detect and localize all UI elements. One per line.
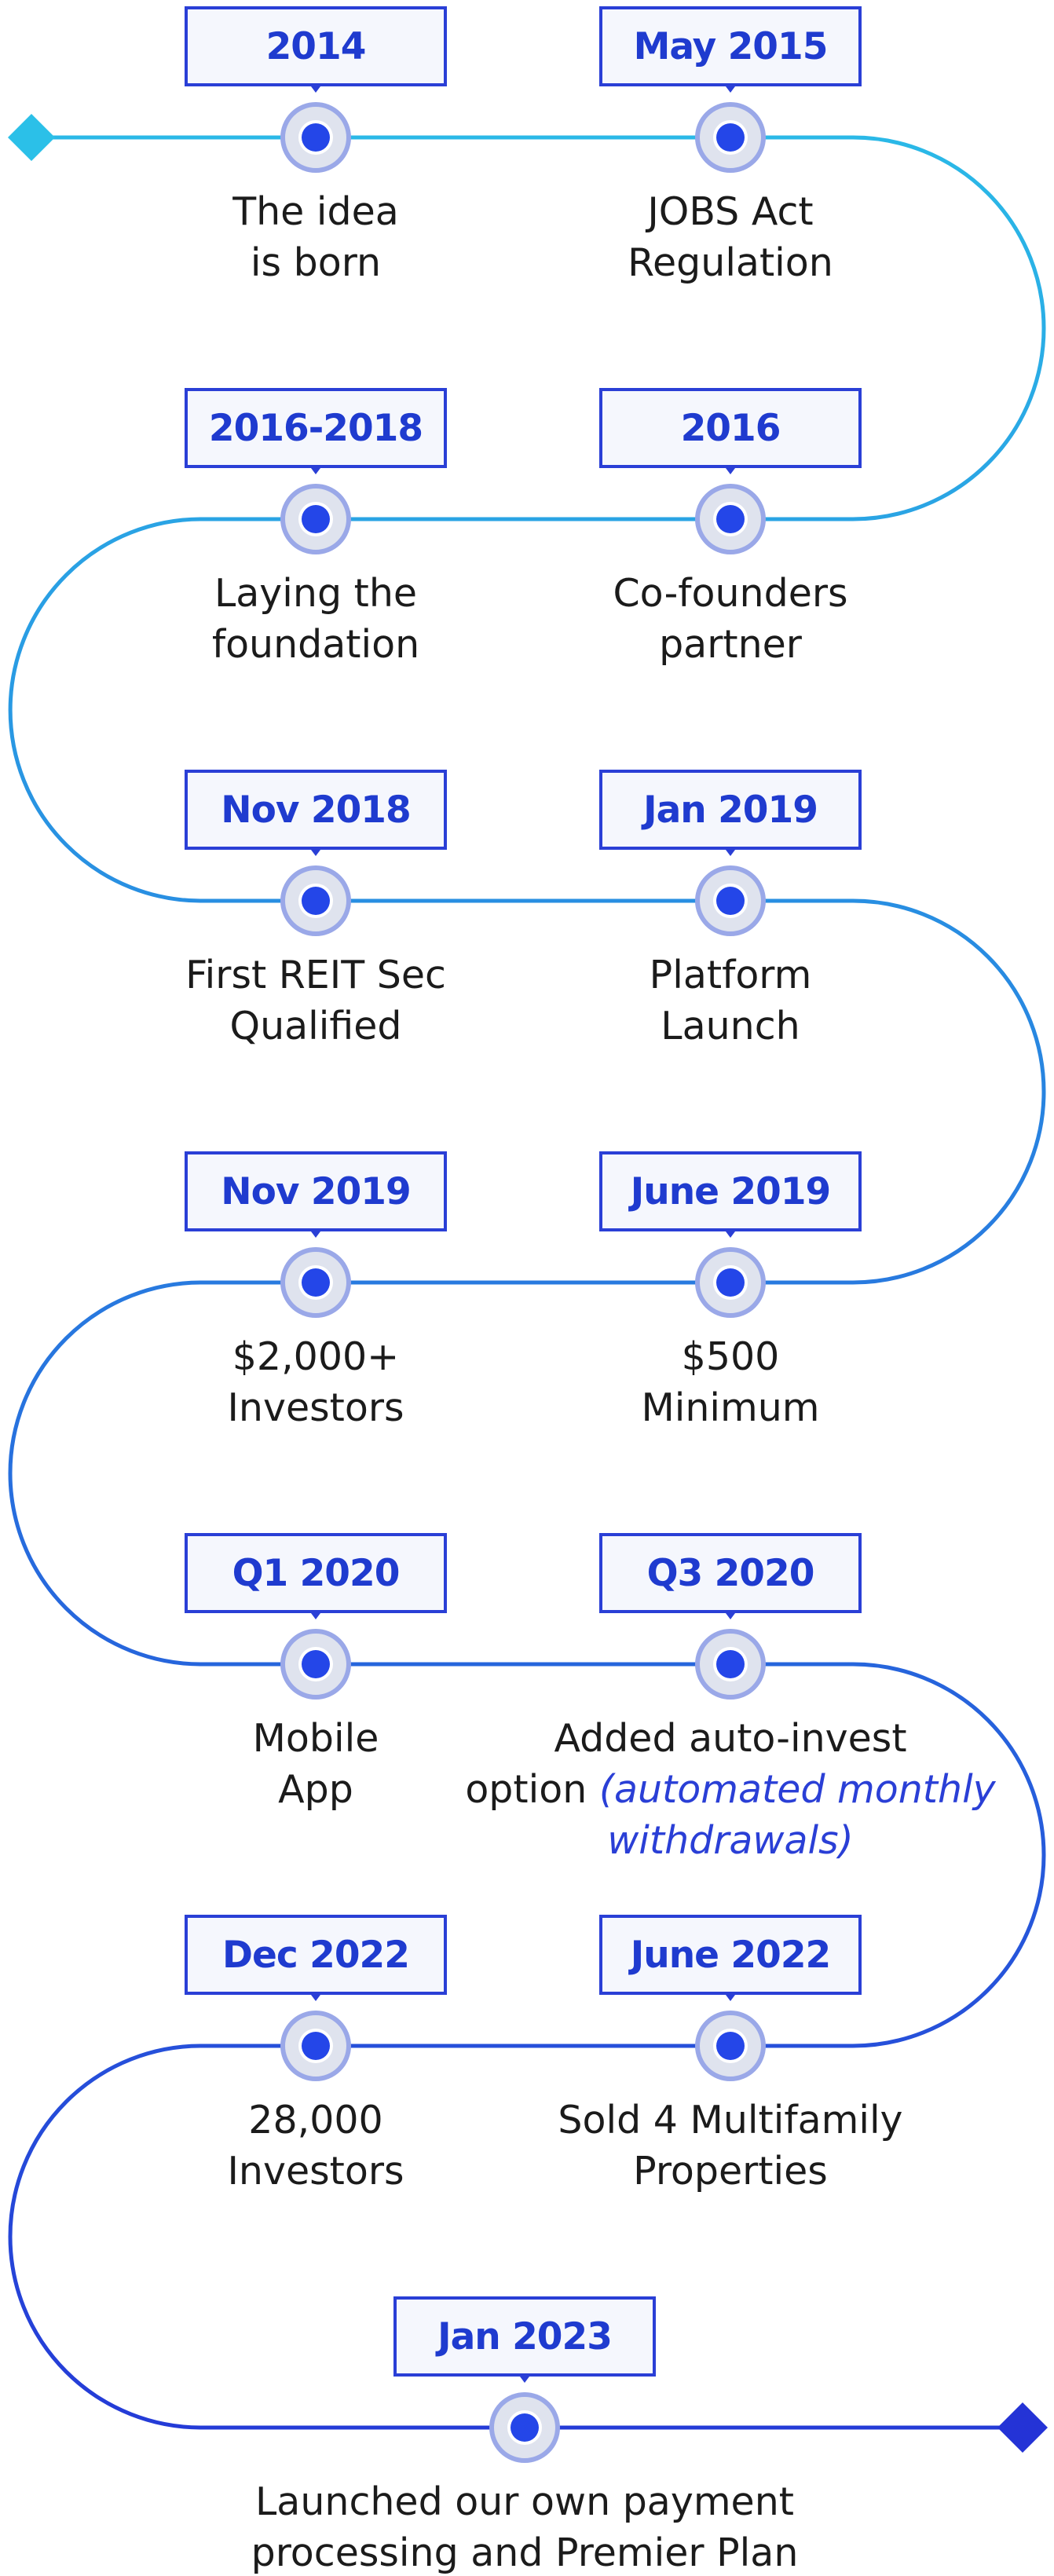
event-line: processing and Premier Plan [251, 2530, 799, 2575]
timeline-node-icon [280, 1629, 351, 1700]
timeline-node-icon [695, 484, 766, 554]
timeline-node-icon [695, 102, 766, 173]
date-label: Nov 2019 [185, 1151, 447, 1238]
date-label: Jan 2019 [599, 770, 862, 856]
event-line: option [465, 1767, 587, 1812]
event-line: JOBS Act [647, 189, 814, 234]
event-line: foundation [211, 622, 420, 667]
event-line: The idea [232, 189, 399, 234]
event-line: Launch [661, 1004, 800, 1048]
event-line: partner [659, 622, 802, 667]
event-line: $2,000+ [232, 1334, 400, 1379]
event-line: Qualified [229, 1004, 402, 1048]
event-description: First REIT Sec Qualified [96, 950, 536, 1052]
date-label: Q3 2020 [599, 1533, 862, 1619]
event-line: $500 [681, 1334, 780, 1379]
event-line: Investors [227, 2149, 404, 2194]
event-description: The idea is born [96, 186, 536, 288]
timeline: 2014 The idea is born May 2015 JOBS Act … [0, 0, 1054, 2576]
date-label: May 2015 [599, 6, 862, 93]
event-description: $2,000+ Investors [96, 1331, 536, 1433]
event-line: Regulation [628, 240, 833, 285]
date-label: Dec 2022 [185, 1915, 447, 2001]
event-description: JOBS Act Regulation [511, 186, 950, 288]
event-line: Launched our own payment [255, 2479, 794, 2524]
event-line: Platform [649, 953, 812, 997]
event-line: Investors [227, 1385, 404, 1430]
event-description: Co-founders partner [511, 568, 950, 670]
event-description: Platform Launch [511, 950, 950, 1052]
timeline-node-icon [695, 2011, 766, 2081]
event-line: 28,000 [248, 2098, 383, 2142]
event-description: Launched our own payment processing and … [226, 2476, 823, 2576]
timeline-node-icon [280, 484, 351, 554]
event-line: Laying the [214, 571, 418, 616]
date-label: 2014 [185, 6, 447, 93]
date-label: 2016-2018 [185, 388, 447, 474]
event-description: Laying the foundation [96, 568, 536, 670]
timeline-node-icon [695, 1629, 766, 1700]
date-label: Jan 2023 [393, 2296, 656, 2383]
event-line: Added auto-invest [554, 1716, 907, 1761]
event-line: Minimum [641, 1385, 820, 1430]
timeline-node-icon [280, 102, 351, 173]
event-description: Added auto-invest option (automated mont… [432, 1713, 1029, 1866]
date-label: June 2022 [599, 1915, 862, 2001]
event-note: (automated monthly withdrawals) [598, 1767, 996, 1863]
event-description: 28,000 Investors [96, 2095, 536, 2197]
event-line: is born [250, 240, 382, 285]
timeline-node-icon [695, 1247, 766, 1318]
event-description: $500 Minimum [511, 1331, 950, 1433]
timeline-node-icon [695, 865, 766, 936]
event-line: First REIT Sec [185, 953, 446, 997]
date-label: June 2019 [599, 1151, 862, 1238]
start-diamond-icon [8, 114, 55, 161]
timeline-node-icon [280, 2011, 351, 2081]
timeline-node-icon [280, 1247, 351, 1318]
event-line: Co-founders [613, 571, 848, 616]
timeline-path [8, 135, 1046, 2430]
date-label: Nov 2018 [185, 770, 447, 856]
date-label: 2016 [599, 388, 862, 474]
timeline-node-icon [489, 2392, 560, 2463]
end-diamond-icon [997, 2402, 1048, 2453]
date-label: Q1 2020 [185, 1533, 447, 1619]
timeline-node-icon [280, 865, 351, 936]
